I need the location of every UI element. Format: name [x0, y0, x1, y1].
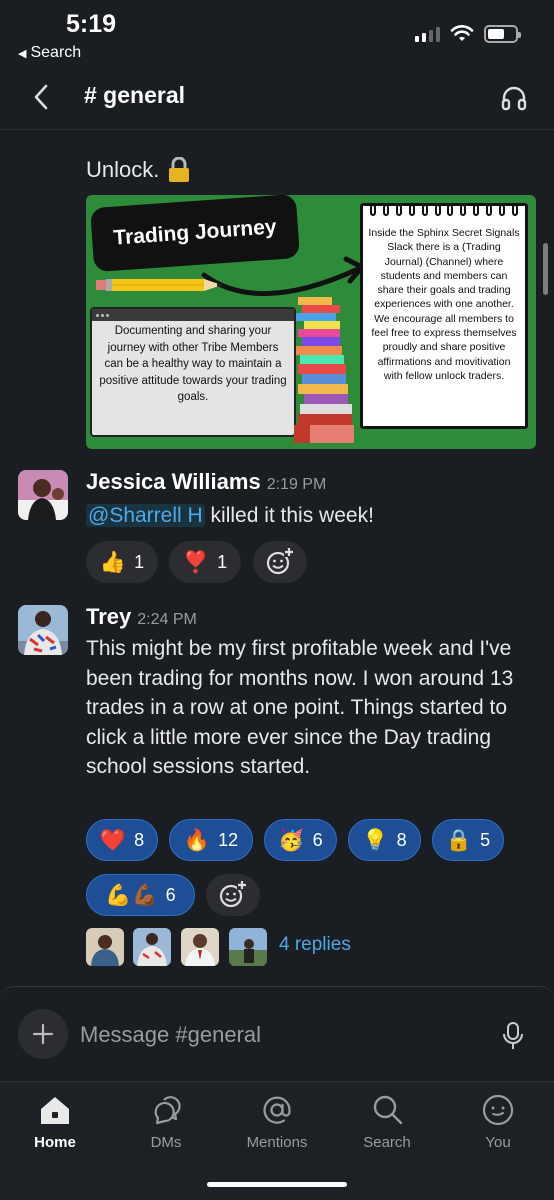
tab-label: Mentions [246, 1134, 308, 1151]
home-indicator[interactable] [207, 1182, 347, 1187]
author-name[interactable]: Jessica Williams 2:19 PM [86, 469, 326, 495]
message-body: This might be my first profitable week a… [86, 637, 514, 778]
reaction-count: 12 [218, 829, 239, 850]
back-chevron-icon[interactable] [30, 80, 54, 114]
reaction-heart-exclamation[interactable]: ❣️ 1 [169, 541, 241, 583]
headphones-icon[interactable] [500, 84, 528, 112]
status-bar: 5:19 ◀ Search [0, 0, 554, 70]
light-bulb-emoji-icon: 💡 [362, 828, 389, 852]
flexed-biceps-emoji-icon: 💪💪🏾 [105, 883, 158, 907]
reply-avatar[interactable] [133, 928, 171, 966]
tab-home[interactable]: Home [10, 1092, 100, 1162]
reaction-thumbsup[interactable]: 👍 1 [86, 541, 158, 583]
scrollbar-thumb[interactable] [543, 243, 548, 295]
system-icons [415, 25, 521, 43]
reply-avatar[interactable] [86, 928, 124, 966]
reaction-partying-face[interactable]: 🥳 6 [264, 819, 337, 861]
lock-emoji-icon [169, 157, 190, 182]
tab-label: You [485, 1134, 511, 1151]
reaction-fire[interactable]: 🔥 12 [169, 819, 253, 861]
tab-label: Home [34, 1134, 76, 1151]
author-name-text: Jessica Williams [86, 469, 261, 494]
message-composer [0, 986, 554, 1081]
home-icon [41, 1097, 69, 1124]
add-emoji-icon [219, 881, 247, 908]
book-stack-graphic [294, 297, 354, 443]
reaction-count: 8 [396, 829, 407, 850]
notepad-rings [363, 204, 525, 216]
reaction-count: 6 [165, 884, 176, 905]
unlock-text: Unlock. [86, 157, 160, 182]
right-caption: Inside the Sphinx Secret Signals Slack t… [368, 227, 520, 382]
clock: 5:19 [66, 10, 117, 38]
lock-emoji-icon: 🔒 [445, 828, 473, 852]
back-app-label: Search [30, 44, 82, 61]
mentions-icon [263, 1096, 291, 1124]
dms-icon [154, 1096, 181, 1125]
reaction-count: 8 [134, 829, 145, 850]
add-reaction-button[interactable] [206, 874, 260, 916]
back-to-app-link[interactable]: ◀ Search [18, 44, 81, 62]
message-list[interactable]: Unlock. Trading Journey Documenting and … [0, 131, 554, 986]
reaction-count: 1 [217, 551, 228, 572]
microphone-icon[interactable] [502, 1021, 524, 1051]
message-input[interactable] [80, 1019, 460, 1051]
add-emoji-icon [266, 548, 294, 575]
window-titlebar [92, 309, 294, 321]
thread-replies-link[interactable]: 4 replies [279, 934, 351, 956]
partying-face-emoji-icon: 🥳 [278, 828, 305, 852]
message-text: killed it this week! [204, 504, 374, 527]
user-mention-link[interactable]: @Sharrell H [86, 504, 205, 527]
channel-header: # general [0, 70, 554, 130]
reaction-count: 6 [312, 829, 323, 850]
attach-button[interactable] [18, 1009, 68, 1059]
reaction-light-bulb[interactable]: 💡 8 [348, 819, 421, 861]
right-notepad: Inside the Sphinx Secret Signals Slack t… [360, 203, 528, 429]
author-name-text: Trey [86, 604, 132, 629]
tab-label: Search [363, 1134, 411, 1151]
avatar-trey[interactable] [18, 605, 68, 655]
reaction-count: 5 [480, 829, 491, 850]
reaction-lock[interactable]: 🔒 5 [432, 819, 504, 861]
message-continuation: Unlock. [86, 157, 191, 183]
reply-avatar[interactable] [181, 928, 219, 966]
tab-label: DMs [150, 1134, 182, 1151]
heart-emoji-icon: ❤️ [99, 828, 127, 852]
reply-avatar[interactable] [229, 928, 267, 966]
author-name[interactable]: Trey 2:24 PM [86, 604, 197, 630]
fire-emoji-icon: 🔥 [183, 828, 211, 852]
avatar-jessica-williams[interactable] [18, 470, 68, 520]
search-icon [373, 1095, 403, 1125]
reaction-count: 1 [134, 551, 145, 572]
back-triangle-icon: ◀ [18, 47, 27, 60]
message-body: @Sharrell H killed it this week! [86, 501, 374, 531]
pencil-graphic [96, 279, 222, 291]
tab-mentions[interactable]: Mentions [232, 1092, 322, 1162]
wifi-icon [450, 25, 474, 41]
tab-dms[interactable]: DMs [121, 1092, 211, 1162]
you-icon [482, 1094, 514, 1126]
trading-journey-image[interactable]: Trading Journey Documenting and sharing … [86, 195, 536, 449]
left-text-window: Documenting and sharing your journey wit… [90, 307, 296, 437]
tab-you[interactable]: You [453, 1092, 543, 1162]
thumbs-up-emoji-icon: 👍 [99, 550, 127, 574]
cellular-signal-icon [415, 26, 440, 42]
left-caption: Documenting and sharing your journey wit… [99, 325, 287, 403]
timestamp: 2:24 PM [137, 611, 197, 628]
tab-search[interactable]: Search [342, 1092, 432, 1162]
plus-icon [32, 1023, 54, 1045]
channel-title[interactable]: # general [84, 82, 185, 109]
add-reaction-button[interactable] [253, 541, 307, 583]
battery-icon [484, 25, 521, 43]
reaction-heart[interactable]: ❤️ 8 [86, 819, 158, 861]
reaction-flexed-biceps[interactable]: 💪💪🏾 6 [86, 874, 195, 916]
heart-exclamation-emoji-icon: ❣️ [182, 550, 210, 574]
timestamp: 2:19 PM [266, 476, 327, 493]
